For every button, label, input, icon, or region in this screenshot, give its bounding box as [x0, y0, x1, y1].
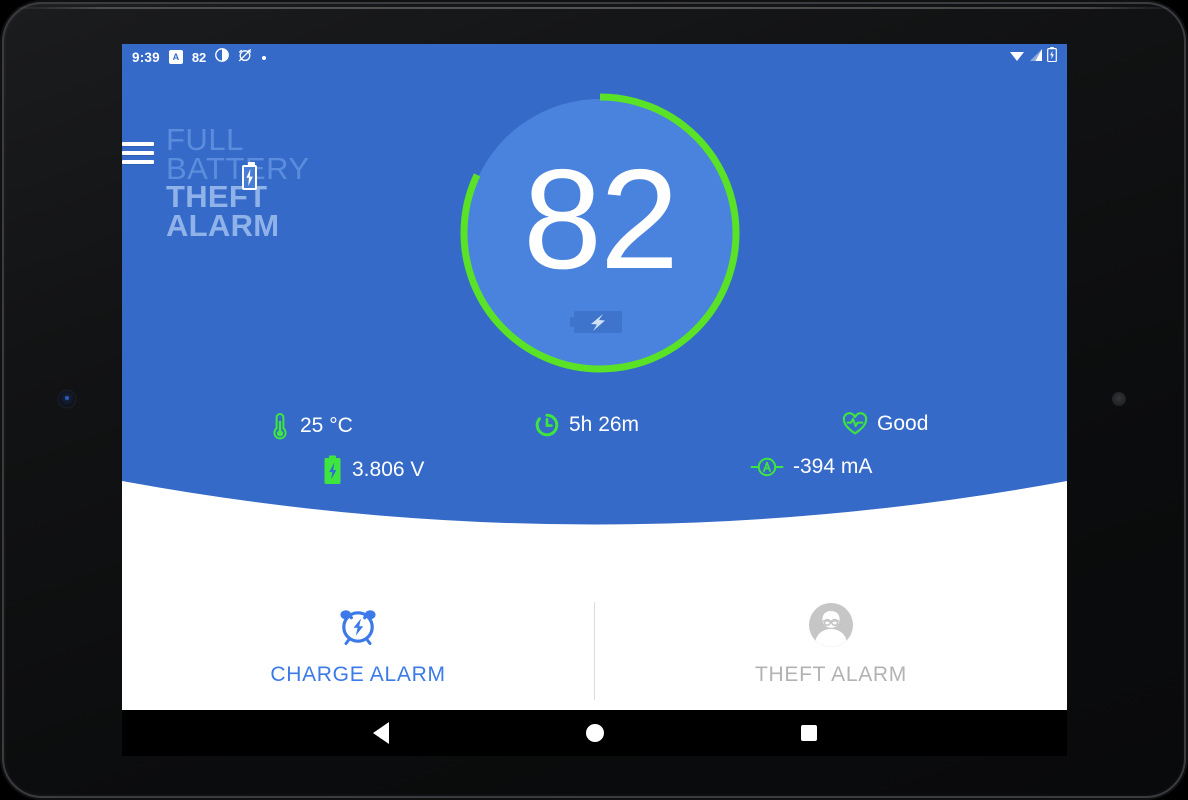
stat-health-value: Good	[877, 412, 929, 435]
stat-voltage-value: 3.806 V	[352, 458, 425, 481]
android-navigation-bar	[122, 710, 1067, 756]
stat-current: -394 mA	[750, 455, 872, 479]
charge-alarm-button[interactable]: CHARGE ALARM	[122, 554, 594, 687]
battery-bolt-icon	[242, 162, 257, 190]
status-bar-left: 9:39 A 82	[132, 47, 267, 67]
menu-bar-1	[122, 142, 154, 146]
menu-bar-3	[122, 160, 154, 164]
front-camera-icon	[59, 391, 75, 407]
battery-stats: 25 °C 5h 26m Good 3.806 V -394 mA	[122, 404, 1067, 514]
charge-alarm-label: CHARGE ALARM	[270, 663, 446, 686]
theft-alarm-label: THEFT ALARM	[754, 663, 907, 686]
wifi-icon	[1009, 48, 1025, 67]
thief-avatar-icon	[808, 599, 854, 651]
stat-time-remaining: 5h 26m	[534, 412, 639, 438]
status-bar-clock: 9:39	[132, 49, 160, 65]
theft-alarm-button[interactable]: THEFT ALARM	[595, 554, 1067, 687]
home-circle-icon[interactable]	[536, 710, 654, 756]
thermometer-icon	[269, 412, 291, 440]
battery-icon	[1047, 47, 1057, 67]
stat-temperature: 25 °C	[269, 412, 353, 440]
status-bar-right	[1009, 47, 1057, 67]
hamburger-menu-icon[interactable]	[122, 142, 154, 166]
notification-badge-icon: A	[168, 50, 183, 64]
stat-health: Good	[842, 412, 928, 436]
tablet-device-frame: 9:39 A 82 FULL BATTERY THEFT ALARM 82 25…	[0, 0, 1188, 800]
device-screen: 9:39 A 82 FULL BATTERY THEFT ALARM 82 25…	[122, 44, 1067, 754]
brightness-icon	[215, 47, 230, 67]
cellular-signal-icon	[1029, 48, 1043, 67]
logo-line-alarm: ALARM	[166, 207, 280, 243]
battery-bolt-icon	[322, 455, 343, 485]
home-glyph	[585, 724, 604, 742]
battery-gauge: 82	[455, 88, 745, 378]
alarm-clock-bolt-icon	[334, 599, 382, 651]
ammeter-icon	[750, 455, 784, 479]
timer-icon	[534, 412, 560, 438]
dot-icon	[261, 48, 267, 66]
status-bar: 9:39 A 82	[122, 44, 1067, 70]
back-glyph	[372, 722, 389, 744]
recents-square-icon[interactable]	[750, 710, 868, 756]
app-logo: FULL BATTERY THEFT ALARM	[166, 124, 310, 243]
stat-time-remaining-value: 5h 26m	[569, 413, 640, 436]
stat-temperature-value: 25 °C	[300, 414, 353, 437]
stat-current-value: -394 mA	[793, 455, 873, 478]
device-bezel-highlight	[8, 7, 1180, 9]
back-triangle-icon[interactable]	[322, 710, 440, 756]
menu-bar-2	[122, 151, 154, 155]
status-bar-battery-number: 82	[191, 49, 207, 65]
recents-glyph	[800, 725, 817, 741]
stat-voltage: 3.806 V	[322, 455, 424, 485]
heart-pulse-icon	[842, 412, 868, 436]
proximity-sensor-icon	[1112, 392, 1126, 406]
alarm-off-icon	[238, 48, 252, 67]
battery-charging-icon	[570, 308, 626, 336]
